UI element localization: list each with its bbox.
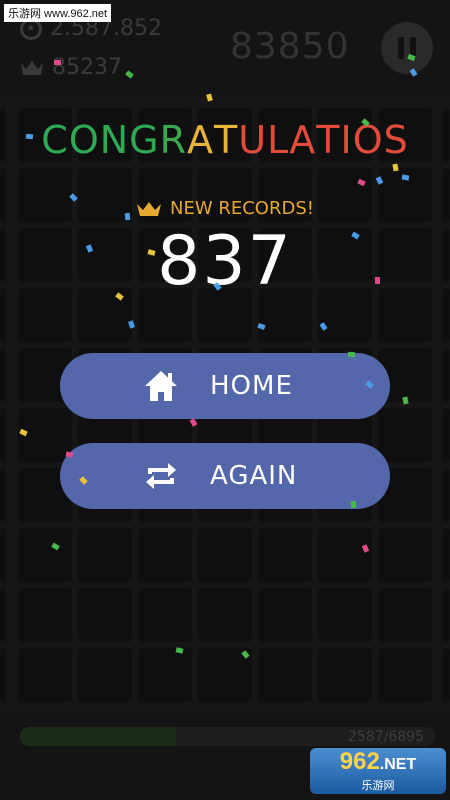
pause-icon	[398, 37, 404, 59]
grid-cell	[0, 348, 6, 402]
title-letter: N	[99, 118, 130, 162]
grid-cell	[0, 468, 6, 522]
grid-cell	[138, 528, 192, 582]
grid-cell	[0, 588, 6, 642]
grid-cell	[0, 528, 6, 582]
again-button-label: AGAIN	[210, 461, 298, 491]
crown-icon	[137, 201, 161, 216]
repeat-icon	[146, 463, 176, 489]
title-letter: G	[129, 118, 160, 162]
title-letter: U	[238, 118, 268, 162]
grid-cell	[18, 528, 72, 582]
current-score: 83850	[230, 26, 350, 67]
again-button[interactable]: AGAIN	[60, 443, 390, 509]
grid-cell	[378, 408, 432, 462]
final-score: 837	[157, 222, 293, 301]
grid-cell	[78, 648, 132, 702]
grid-cell	[378, 588, 432, 642]
confetti-piece	[401, 174, 410, 181]
confetti-piece	[54, 60, 61, 65]
grid-cell	[258, 588, 312, 642]
grid-cell	[138, 648, 192, 702]
watermark-top: 乐游网 www.962.net	[4, 4, 112, 22]
grid-cell	[18, 648, 72, 702]
title-letter: I	[340, 118, 353, 162]
grid-cell	[318, 588, 372, 642]
title-letter: T	[214, 118, 239, 162]
grid-cell	[378, 648, 432, 702]
grid-cell	[442, 588, 450, 642]
title-letter: O	[68, 118, 100, 162]
title-letter: R	[159, 118, 188, 162]
crown-icon	[21, 60, 43, 75]
grid-cell	[198, 528, 252, 582]
new-records-text: NEW RECORDS!	[170, 198, 314, 219]
title-letter: C	[41, 118, 69, 162]
confetti-piece	[350, 500, 357, 509]
title-letter: A	[187, 118, 215, 162]
level-progress-fill	[20, 727, 176, 746]
grid-cell	[78, 528, 132, 582]
grid-cell	[18, 588, 72, 642]
grid-cell	[138, 588, 192, 642]
grid-cell	[0, 648, 6, 702]
grid-cell	[442, 408, 450, 462]
grid-cell	[442, 348, 450, 402]
congratulations-title: CONGRATULATIOS	[0, 118, 450, 162]
home-button[interactable]: HOME	[60, 353, 390, 419]
pause-button[interactable]	[381, 22, 433, 74]
title-letter: L	[267, 118, 290, 162]
home-icon	[145, 371, 177, 401]
grid-cell	[198, 588, 252, 642]
best-score: 85237	[20, 55, 122, 80]
new-records-label: NEW RECORDS!	[0, 198, 450, 219]
grid-cell	[318, 648, 372, 702]
level-progress-text: 2587/6895	[348, 729, 424, 745]
grid-cell	[0, 408, 6, 462]
grid-cell	[442, 648, 450, 702]
confetti-piece	[124, 212, 131, 221]
confetti-piece	[374, 276, 381, 285]
confetti-piece	[347, 351, 356, 358]
confetti-piece	[392, 163, 399, 172]
title-letter: S	[383, 118, 409, 162]
best-score-value: 85237	[52, 55, 122, 80]
grid-cell	[442, 528, 450, 582]
grid-cell	[258, 528, 312, 582]
grid-cell	[258, 648, 312, 702]
site-logo: 962.NET 乐游网	[310, 748, 446, 794]
confetti-piece	[25, 133, 34, 140]
grid-cell	[442, 468, 450, 522]
grid-cell	[378, 528, 432, 582]
grid-cell	[318, 528, 372, 582]
home-button-label: HOME	[210, 371, 293, 401]
title-letter: A	[289, 118, 317, 162]
grid-cell	[78, 588, 132, 642]
confetti-piece	[65, 451, 74, 458]
title-letter: T	[316, 118, 341, 162]
